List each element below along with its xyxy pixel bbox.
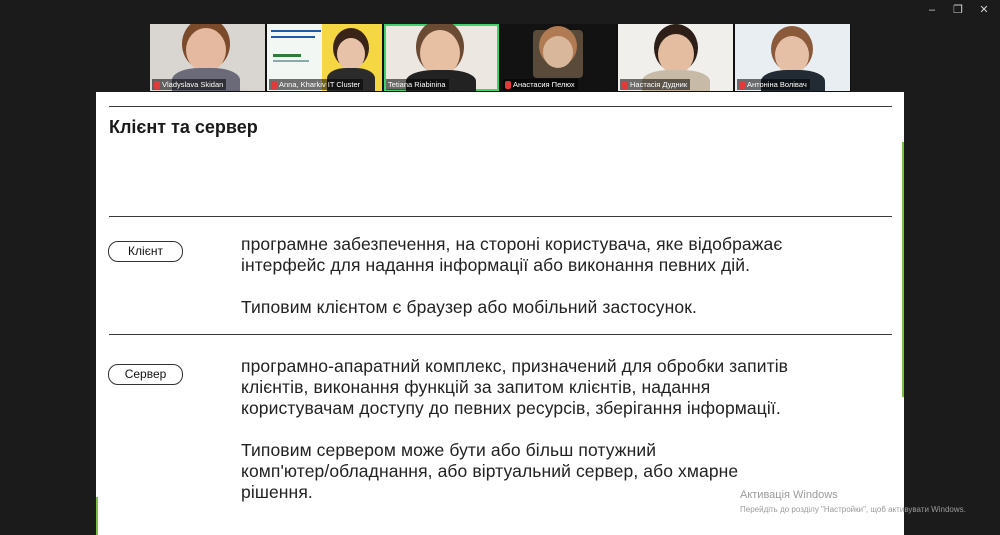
mic-muted-icon xyxy=(505,80,511,89)
server-definition: програмно-апаратний комплекс, призначени… xyxy=(241,356,788,503)
client-example: Типовим клієнтом є браузер або мобільний… xyxy=(241,297,697,317)
slide-accent-bar xyxy=(902,142,904,397)
mic-muted-icon xyxy=(271,80,277,89)
participant-tile[interactable]: Anna, Kharkiv IT Cluster xyxy=(267,24,382,91)
participant-tile[interactable]: Анастасия Пелюх xyxy=(501,24,616,91)
mic-muted-icon xyxy=(622,80,628,89)
server-label-pill: Сервер xyxy=(108,364,183,385)
participant-tile[interactable]: Vladyslava Skidan xyxy=(150,24,265,91)
close-button[interactable]: ✕ xyxy=(978,4,990,16)
server-example-line: рішення. xyxy=(241,482,313,502)
client-definition: програмне забезпечення, на стороні корис… xyxy=(241,234,782,318)
divider xyxy=(109,334,892,335)
participant-name: Анастасия Пелюх xyxy=(513,80,575,89)
participant-name: Антоніна Волівач xyxy=(747,80,807,89)
minimize-button[interactable]: – xyxy=(926,4,938,16)
windows-activation-watermark: Активація Windows Перейдіть до розділу "… xyxy=(740,489,966,514)
client-definition-line: програмне забезпечення, на стороні корис… xyxy=(241,234,783,254)
client-label-pill: Клієнт xyxy=(108,241,183,262)
participant-tile[interactable]: Настасія Дудник xyxy=(618,24,733,91)
participant-name: Vladyslava Skidan xyxy=(162,80,224,89)
participant-tile[interactable]: Антоніна Волівач xyxy=(735,24,850,91)
window-controls: – ❐ ✕ xyxy=(926,4,990,16)
slide-accent-bar xyxy=(96,497,98,535)
mic-muted-icon xyxy=(154,80,160,89)
shared-screen-slide: Клієнт та сервер Клієнт програмне забезп… xyxy=(96,92,904,535)
divider xyxy=(109,106,892,107)
server-example-line: Типовим сервером може бути або більш пот… xyxy=(241,440,657,460)
mic-muted-icon xyxy=(739,80,745,89)
participants-strip: Vladyslava Skidan Anna, Kharkiv IT Clust… xyxy=(150,24,851,92)
server-example-line: комп'ютер/обладнання, або віртуальний се… xyxy=(241,461,739,481)
divider xyxy=(109,216,892,217)
server-definition-line: користувачам доступу до певних ресурсів,… xyxy=(241,398,781,418)
watermark-title: Активація Windows xyxy=(740,489,838,501)
watermark-subtitle: Перейдіть до розділу "Настройки", щоб ак… xyxy=(740,505,966,514)
participant-name: Tetiana Riabinina xyxy=(388,80,446,89)
server-definition-line: клієнтів, виконання функцій за запитом к… xyxy=(241,377,711,397)
restore-button[interactable]: ❐ xyxy=(952,4,964,16)
slide-title: Клієнт та сервер xyxy=(109,117,258,137)
client-definition-line: інтерфейс для надання інформації або вик… xyxy=(241,255,751,275)
server-definition-line: програмно-апаратний комплекс, призначени… xyxy=(241,356,789,376)
participant-name: Anna, Kharkiv IT Cluster xyxy=(279,80,361,89)
participant-tile-active-speaker[interactable]: Tetiana Riabinina xyxy=(384,24,499,91)
participant-name: Настасія Дудник xyxy=(630,80,688,89)
